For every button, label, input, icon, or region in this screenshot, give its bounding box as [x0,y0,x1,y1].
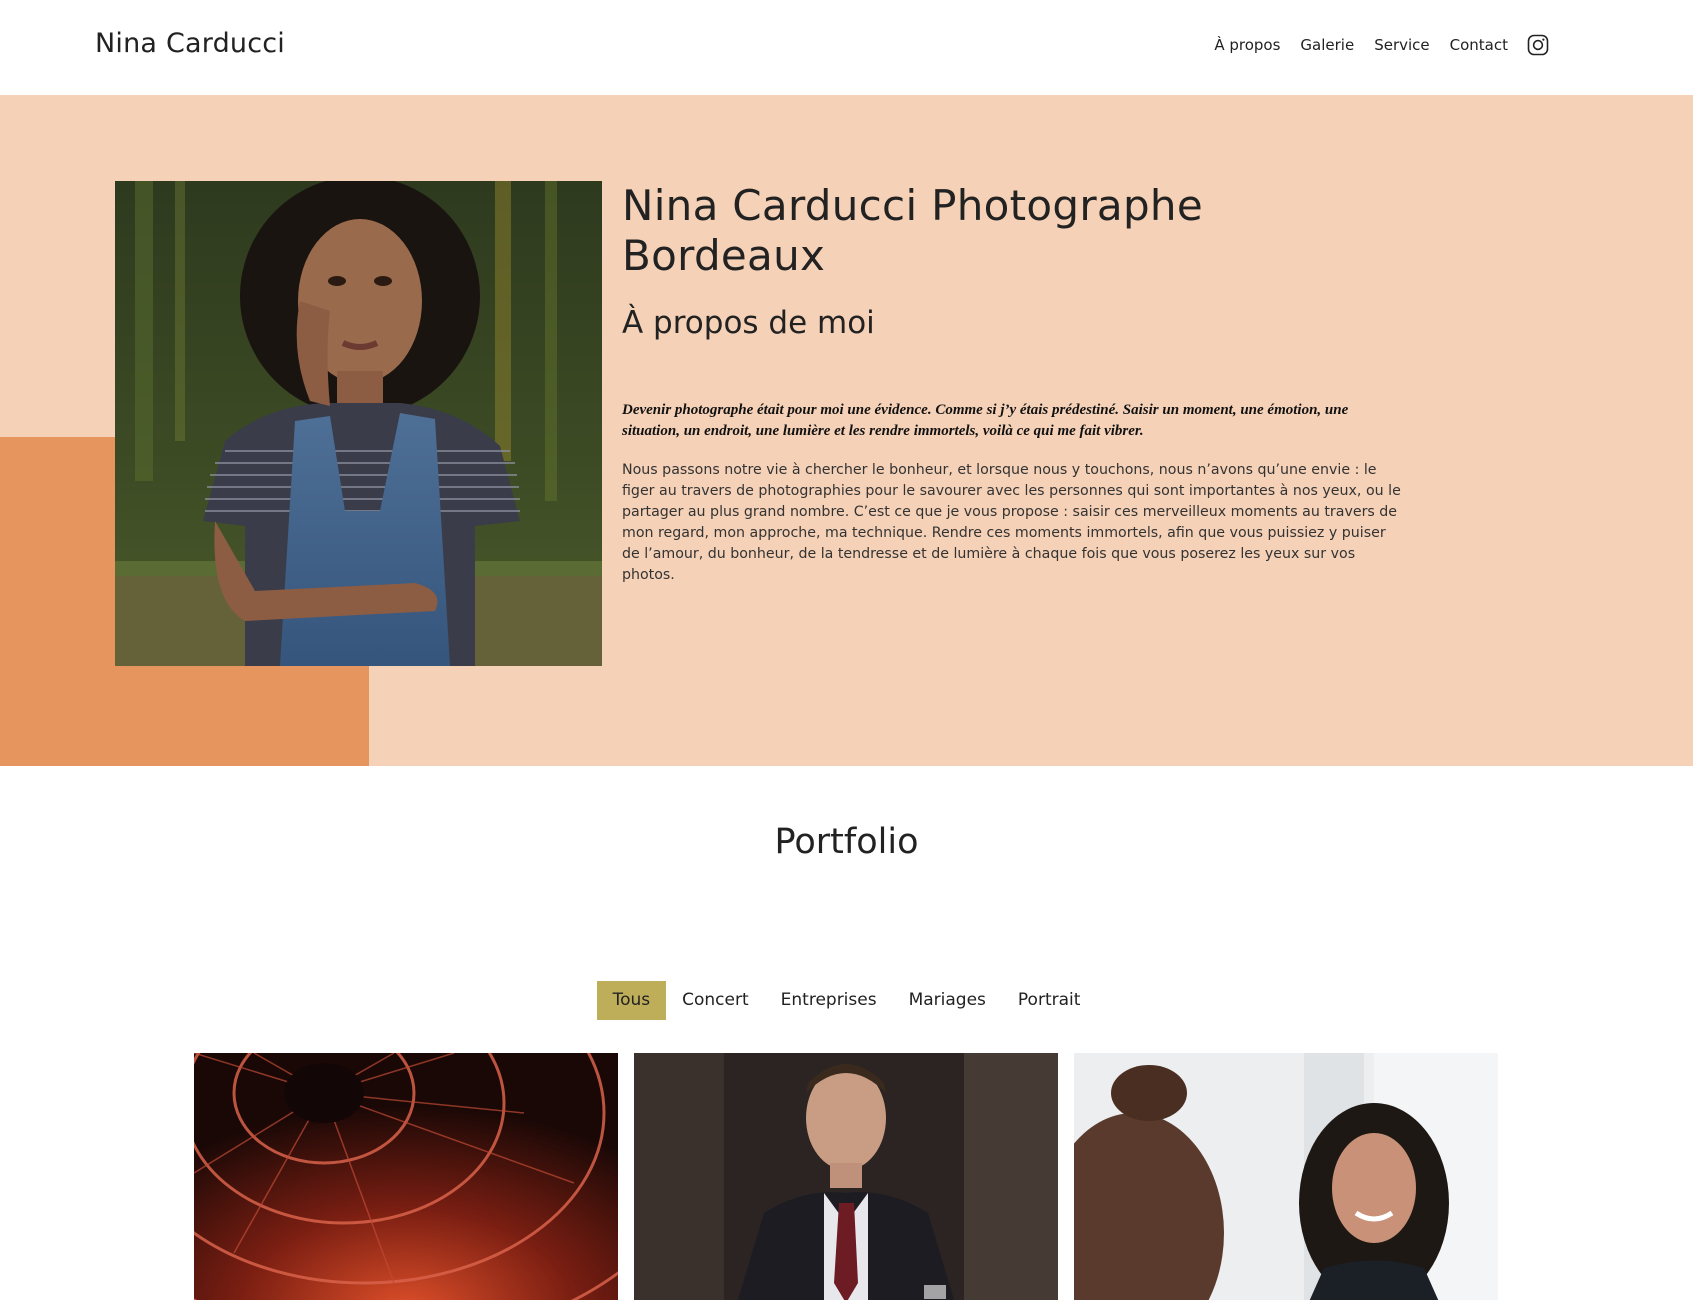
about-body: Nous passons notre vie à chercher le bon… [622,462,1401,583]
filter-portrait[interactable]: Portrait [1002,981,1097,1020]
filter-mariages[interactable]: Mariages [893,981,1002,1020]
filter-entreprises[interactable]: Entreprises [765,981,893,1020]
about-text-block: Nina Carducci Photographe Bordeaux À pro… [622,181,1402,586]
about-title: Nina Carducci Photographe Bordeaux [622,181,1203,280]
main-nav: À propos Galerie Service Contact [1194,34,1549,56]
nav-link-a-propos[interactable]: À propos [1214,36,1280,54]
nav-link-galerie[interactable]: Galerie [1300,36,1354,54]
about-subtitle: À propos de moi [622,305,875,341]
portfolio-filters: Tous Concert Entreprises Mariages Portra… [0,981,1693,1020]
portfolio-gallery [194,1053,1498,1300]
portrait-photo [115,181,602,666]
nav-link-service[interactable]: Service [1374,36,1429,54]
gallery-image-mariages[interactable] [1074,1053,1498,1300]
brand-name[interactable]: Nina Carducci [95,28,285,59]
nav-link-contact[interactable]: Contact [1450,36,1508,54]
site-header: Nina Carducci À propos Galerie Service C… [0,0,1693,95]
instagram-icon[interactable] [1527,34,1549,56]
portfolio-title: Portfolio [774,822,919,862]
gallery-image-entreprise[interactable] [634,1053,1058,1300]
filter-tous[interactable]: Tous [596,981,667,1020]
about-quote: Devenir photographe était pour moi une é… [622,402,1349,439]
gallery-image-concert[interactable] [194,1053,618,1300]
filter-concert[interactable]: Concert [666,981,765,1020]
